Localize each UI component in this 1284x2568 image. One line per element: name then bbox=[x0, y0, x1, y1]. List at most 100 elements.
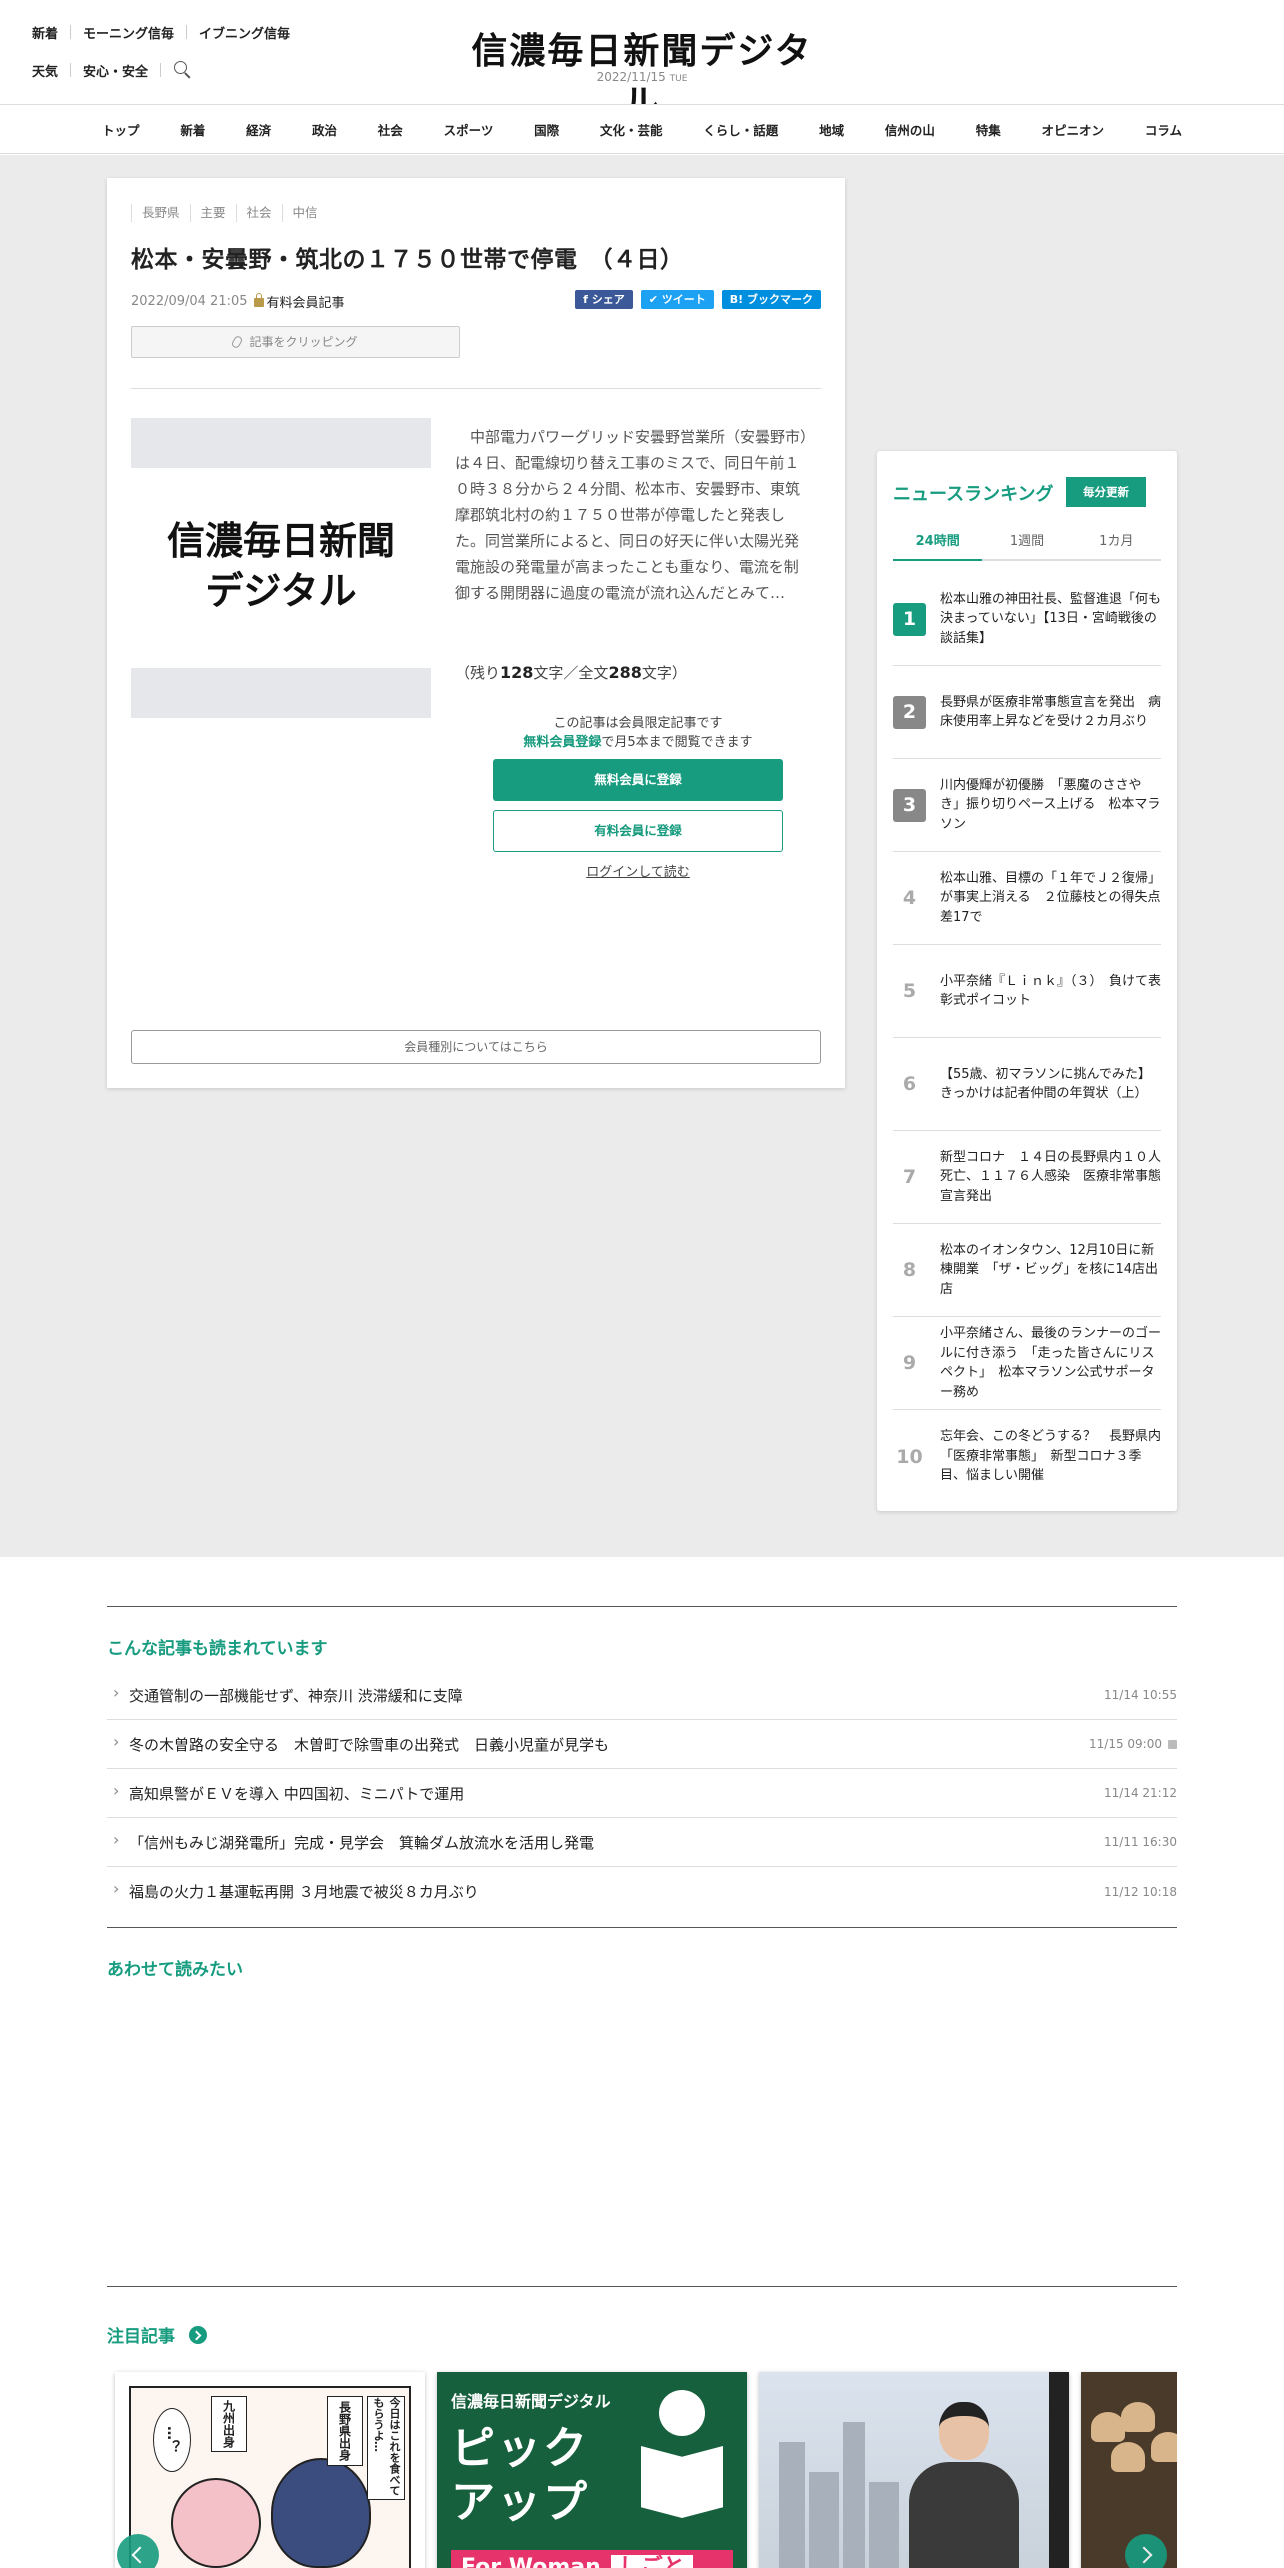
member-only-text: この記事は会員限定記事です bbox=[553, 716, 723, 731]
separator bbox=[70, 25, 72, 39]
ranking-item[interactable]: 1 松本山雅の神田社長、監督進退「何も決まっていない」【13日・宮崎戦後の談話集】 bbox=[893, 573, 1161, 666]
rank-number: 6 bbox=[902, 1073, 917, 1095]
ranking-item[interactable]: 4 松本山雅、目標の「１年でＪ２復帰」が事実上消える ２位藤枝との得失点差17で bbox=[893, 852, 1161, 945]
nav-item-international[interactable]: 国際 bbox=[524, 120, 569, 139]
hatena-icon: B! bbox=[729, 293, 744, 306]
header-link-safety[interactable]: 安心・安全 bbox=[83, 61, 148, 80]
related-article-item[interactable]: 福島の火力１基運転再開 ３月地震で被災８カ月ぶり 11/12 10:18 bbox=[107, 1867, 1177, 1916]
ranking-item-title: 忘年会、この冬どうする？ 長野県内「医療非常事態」 新型コロナ３季目、悩ましい開… bbox=[940, 1429, 1162, 1484]
facebook-share-button[interactable]: f シェア bbox=[575, 290, 633, 309]
nav-item-column[interactable]: コラム bbox=[1135, 120, 1192, 139]
tag-chushin[interactable]: 中信 bbox=[281, 204, 328, 222]
ranking-item[interactable]: 7 新型コロナ １４日の長野県内１０人死亡、１１７６人感染 医療非常事態宣言発出 bbox=[893, 1131, 1161, 1224]
rank-number: 5 bbox=[902, 980, 917, 1002]
member-types-button[interactable]: 会員種別についてはこちら bbox=[131, 1030, 821, 1064]
ranking-tabs: 24時間 1週間 1カ月 bbox=[893, 531, 1161, 561]
nav-item-politics[interactable]: 政治 bbox=[302, 120, 347, 139]
twitter-share-label: ツイート bbox=[661, 293, 706, 306]
person-photo bbox=[909, 2402, 1019, 2568]
nav-item-top[interactable]: トップ bbox=[92, 120, 150, 139]
pickup-band-text: For Woman bbox=[461, 2555, 601, 2568]
nav-item-society[interactable]: 社会 bbox=[368, 120, 413, 139]
speech-bubble: 今日はこれを食べてもらうよ… bbox=[367, 2396, 405, 2500]
article-body: 中部電力パワーグリッド安曇野営業所（安曇野市）は４日、配電線切り替え工事のミスで… bbox=[455, 428, 808, 602]
ranking-item[interactable]: 5 小平奈緒『Ｌｉｎｋ』（３） 負けて表彰式ポイコット bbox=[893, 945, 1161, 1038]
featured-title-text: 注目記事 bbox=[107, 2327, 175, 2347]
pickup-band: For Woman しごと bbox=[451, 2550, 733, 2568]
related-article-item[interactable]: 高知県警がＥＶを導入 中四国初、ミニパトで運用 11/14 21:12 bbox=[107, 1769, 1177, 1818]
related-article-date: 11/11 16:30 bbox=[1104, 1835, 1177, 1849]
building-shape bbox=[779, 2442, 805, 2568]
search-icon[interactable] bbox=[173, 60, 193, 80]
paid-article-label: 有料会員記事 bbox=[266, 296, 345, 311]
tag-nagano[interactable]: 長野県 bbox=[131, 204, 190, 222]
header-date: 2022/11/15 TUE bbox=[542, 70, 742, 84]
header-link-weather[interactable]: 天気 bbox=[32, 61, 58, 80]
register-free-button[interactable]: 無料会員に登録 bbox=[493, 759, 783, 801]
nav-item-mountains[interactable]: 信州の山 bbox=[875, 120, 945, 139]
related-article-item[interactable]: 冬の木曽路の安全守る 木曽町で除雪車の出発式 日義小児童が見学も 11/15 09… bbox=[107, 1720, 1177, 1769]
image-placeholder-bar bbox=[131, 668, 431, 718]
ranking-item[interactable]: 3 川内優輝が初優勝 「悪魔のささやき」振り切りペース上げる 松本マラソン bbox=[893, 759, 1161, 852]
ranking-item[interactable]: 6 【55歳、初マラソンに挑んでみた】 きっかけは記者仲間の年賀状（上） bbox=[893, 1038, 1161, 1131]
manga-character bbox=[171, 2478, 261, 2568]
related-article-date: 11/14 10:55 bbox=[1104, 1688, 1177, 1702]
remain-prefix: （残り bbox=[455, 664, 501, 682]
featured-section-title[interactable]: 注目記事 bbox=[107, 2322, 207, 2347]
related-article-title: 交通管制の一部機能せず、神奈川 渋滞緩和に支障 bbox=[107, 1683, 463, 1706]
image-logo: 信濃毎日新聞 デジタル bbox=[131, 516, 431, 616]
ranking-item-title: 小平奈緒さん、最後のランナーのゴールに付き添う 「走った皆さんにリスペクト」 松… bbox=[940, 1326, 1162, 1400]
related-article-item[interactable]: 「信州もみじ湖発電所」完成・見学会 箕輪ダム放流水を活用し発電 11/11 16:… bbox=[107, 1818, 1177, 1867]
tab-1week[interactable]: 1週間 bbox=[982, 531, 1071, 559]
hatena-bookmark-button[interactable]: B! ブックマーク bbox=[721, 290, 821, 309]
rank-number: 9 bbox=[902, 1352, 917, 1374]
mushroom-shape bbox=[1111, 2442, 1145, 2472]
nav-item-features[interactable]: 特集 bbox=[966, 120, 1011, 139]
register-paid-button[interactable]: 有料会員に登録 bbox=[493, 810, 783, 852]
nav-item-region[interactable]: 地域 bbox=[809, 120, 854, 139]
ranking-item[interactable]: 9 小平奈緒さん、最後のランナーのゴールに付き添う 「走った皆さんにリスペクト」 … bbox=[893, 1317, 1161, 1410]
header-link-new[interactable]: 新着 bbox=[32, 23, 58, 42]
ranking-item[interactable]: 2 長野県が医療非常事態宣言を発出 病床使用率上昇などを受け２カ月ぶり bbox=[893, 666, 1161, 759]
featured-carousel: …？ 九州出身 長野県出身 今日はこれを食べてもらうよ… 信濃毎日新聞デジタル … bbox=[107, 2364, 1177, 2568]
nav-item-sports[interactable]: スポーツ bbox=[434, 120, 504, 139]
featured-card-photo[interactable] bbox=[759, 2372, 1069, 2568]
ranking-title: ニュースランキング bbox=[893, 484, 1054, 505]
section-divider bbox=[107, 1927, 1177, 1928]
nav-item-economy[interactable]: 経済 bbox=[236, 120, 281, 139]
header-link-morning[interactable]: モーニング信毎 bbox=[83, 23, 174, 42]
ranking-item-title: 川内優輝が初優勝 「悪魔のささやき」振り切りペース上げる 松本マラソン bbox=[940, 777, 1161, 832]
manga-image: …？ 九州出身 長野県出身 今日はこれを食べてもらうよ… bbox=[129, 2386, 411, 2568]
tag-society[interactable]: 社会 bbox=[235, 204, 282, 222]
header-link-evening[interactable]: イブニング信毎 bbox=[199, 23, 290, 42]
photo-edge bbox=[1049, 2372, 1069, 2568]
free-registration-link[interactable]: 無料会員登録 bbox=[523, 735, 601, 750]
tab-1month[interactable]: 1カ月 bbox=[1072, 531, 1161, 559]
pickup-logo: 信濃毎日新聞デジタル bbox=[451, 2392, 611, 2411]
nav-item-life[interactable]: くらし・話題 bbox=[693, 120, 788, 139]
carousel-next-button[interactable] bbox=[1125, 2534, 1167, 2568]
ranking-item[interactable]: 8 松本のイオンタウン、12月10日に新棟開業 「ザ・ビッグ」を核に14店出店 bbox=[893, 1224, 1161, 1317]
featured-card-food[interactable] bbox=[1081, 2372, 1177, 2568]
remain-mid: 文字／全文 bbox=[533, 664, 609, 682]
update-badge: 毎分更新 bbox=[1066, 477, 1146, 507]
tab-24h[interactable]: 24時間 bbox=[893, 531, 983, 561]
speech-bubble: 九州出身 bbox=[211, 2396, 247, 2452]
twitter-share-button[interactable]: ✔ ツイート bbox=[640, 290, 714, 309]
related-article-title: 「信州もみじ湖発電所」完成・見学会 箕輪ダム放流水を活用し発電 bbox=[107, 1830, 594, 1853]
featured-card-pickup[interactable]: 信濃毎日新聞デジタル ピック アップ For Woman しごと bbox=[437, 2372, 747, 2568]
carousel-prev-button[interactable] bbox=[117, 2534, 159, 2568]
ranking-item[interactable]: 10 忘年会、この冬どうする？ 長野県内「医療非常事態」 新型コロナ３季目、悩まし… bbox=[893, 1410, 1161, 1503]
clip-article-button[interactable]: 記事をクリッピング bbox=[131, 326, 460, 358]
lock-icon bbox=[253, 293, 264, 307]
nav-item-culture[interactable]: 文化・芸能 bbox=[590, 120, 673, 139]
nav-item-opinion[interactable]: オピニオン bbox=[1032, 120, 1115, 139]
related-article-item[interactable]: 交通管制の一部機能せず、神奈川 渋滞緩和に支障 11/14 10:55 bbox=[107, 1671, 1177, 1720]
related-article-title: 福島の火力１基運転再開 ３月地震で被災８カ月ぶり bbox=[107, 1879, 479, 1902]
lock-icon bbox=[1168, 1739, 1177, 1749]
tag-main[interactable]: 主要 bbox=[189, 204, 236, 222]
login-link[interactable]: ログインして読む bbox=[493, 861, 783, 880]
featured-card-manga[interactable]: …？ 九州出身 長野県出身 今日はこれを食べてもらうよ… bbox=[115, 2372, 425, 2568]
nav-item-new[interactable]: 新着 bbox=[170, 120, 215, 139]
pickup-line1: ピック bbox=[451, 2423, 589, 2474]
